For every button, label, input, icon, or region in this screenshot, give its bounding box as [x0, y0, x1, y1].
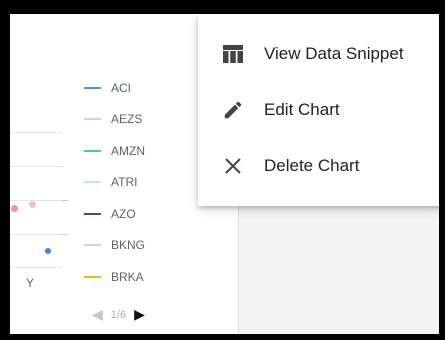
legend-label: ACI	[111, 80, 132, 95]
chart-legend: ACI AEZS AMZN ATRI AZO BKNG BRKA	[84, 72, 145, 293]
chart-context-menu: View Data Snippet Edit Chart Delete Char…	[198, 14, 439, 206]
gridline	[10, 234, 62, 235]
x-axis-label: Y	[26, 276, 35, 290]
legend-swatch	[84, 212, 101, 215]
pager-count: 1/6	[110, 308, 127, 321]
legend-label: BRKA	[111, 269, 144, 284]
menu-item-label: View Data Snippet	[264, 44, 404, 63]
legend-swatch	[84, 275, 101, 278]
close-icon	[220, 153, 246, 179]
legend-item[interactable]: AZO	[84, 198, 145, 230]
legend-label: AZO	[111, 206, 136, 221]
legend-label: AEZS	[111, 112, 143, 127]
axis-tick	[62, 200, 68, 201]
scatter-point-pink-light	[29, 201, 36, 208]
legend-swatch	[84, 149, 101, 152]
legend-label: BKNG	[111, 238, 146, 253]
gridline	[10, 200, 62, 201]
legend-item[interactable]: ATRI	[84, 167, 145, 199]
scatter-point-pink	[11, 205, 18, 212]
legend-item[interactable]: AEZS	[84, 104, 145, 136]
legend-item[interactable]: AMZN	[84, 135, 145, 167]
legend-swatch	[84, 86, 101, 89]
axis-tick	[62, 234, 68, 235]
table-icon	[220, 41, 246, 67]
view-data-snippet-menu-item[interactable]: View Data Snippet	[198, 26, 439, 82]
gridline	[10, 166, 62, 167]
legend-swatch	[84, 244, 101, 247]
legend-swatch	[84, 181, 101, 184]
delete-chart-menu-item[interactable]: Delete Chart	[198, 138, 439, 194]
triangle-left-icon[interactable]: ◀	[92, 306, 103, 323]
gridline	[10, 267, 62, 268]
legend-pager: ◀ 1/6 ▶	[92, 306, 145, 323]
pencil-icon	[220, 97, 246, 123]
chart-area: Y ACI AEZS AMZN ATRI AZO BKNG BRKA ◀ 1/6 ▶ Vie…	[10, 14, 439, 334]
menu-item-label: Edit Chart	[264, 100, 340, 119]
legend-item[interactable]: BKNG	[84, 230, 145, 262]
triangle-right-icon[interactable]: ▶	[134, 306, 145, 323]
legend-label: AMZN	[111, 143, 145, 158]
scatter-point-blue	[45, 248, 51, 254]
legend-item[interactable]: ACI	[84, 72, 145, 104]
menu-item-label: Delete Chart	[264, 156, 360, 175]
legend-swatch	[84, 118, 101, 121]
edit-chart-menu-item[interactable]: Edit Chart	[198, 82, 439, 138]
gridline	[10, 132, 62, 133]
legend-item[interactable]: BRKA	[84, 261, 145, 293]
legend-label: ATRI	[111, 175, 138, 190]
